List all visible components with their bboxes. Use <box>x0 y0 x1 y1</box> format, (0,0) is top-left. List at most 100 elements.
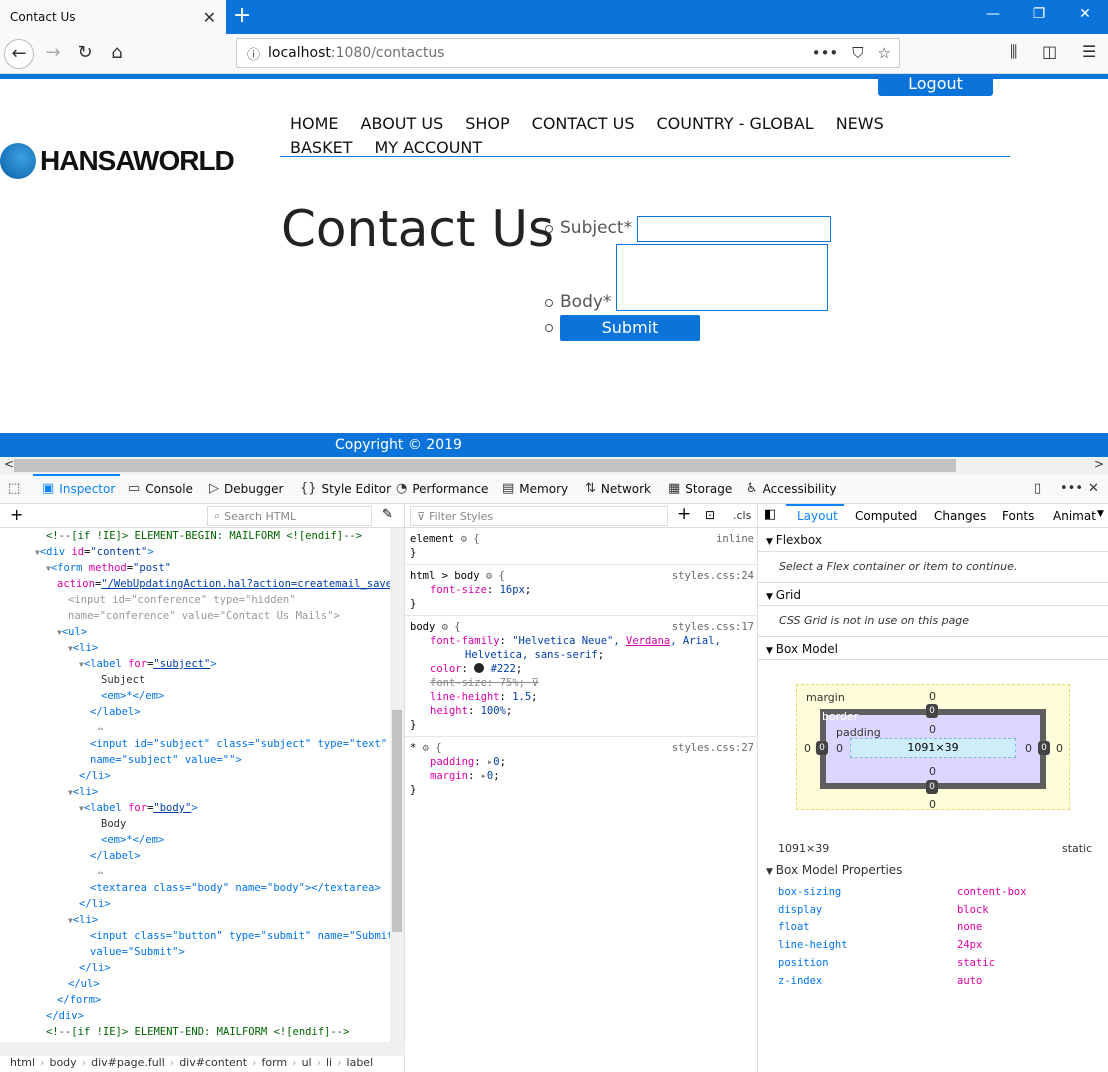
tab-computed[interactable]: Computed <box>855 509 917 523</box>
url-bar[interactable]: ⓘ localhost:1080/contactus ••• ⛉ ☆ <box>236 38 900 68</box>
storage-icon: ▦ <box>668 481 681 496</box>
box-model-section-header[interactable]: ▼ Box Model <box>758 636 1108 660</box>
tab-debugger[interactable]: ▷ Debugger <box>209 481 283 496</box>
search-html-input[interactable]: ⌕ Search HTML <box>207 506 372 526</box>
color-swatch[interactable] <box>474 663 485 673</box>
element-picker-icon[interactable]: ⬚ <box>8 481 20 496</box>
page-horizontal-scrollbar[interactable]: < > <box>0 457 1108 474</box>
tab-network[interactable]: ⇅ Network <box>585 481 651 496</box>
tab-storage[interactable]: ▦ Storage <box>668 481 732 496</box>
crumb-content[interactable]: div#content <box>179 1056 247 1069</box>
add-node-icon[interactable]: + <box>10 505 23 524</box>
rule-universal: * ⚙ { styles.css:27 padding: ▸0; margin:… <box>410 742 754 796</box>
scrollbar-thumb[interactable] <box>392 710 402 932</box>
list-bullet <box>545 324 553 332</box>
crumb-label[interactable]: label <box>347 1056 374 1069</box>
reload-icon[interactable]: ↻ <box>70 39 100 69</box>
dock-icon[interactable]: ▯ <box>1034 481 1041 496</box>
markup-vertical-scrollbar[interactable] <box>390 528 404 1042</box>
devtools-menu-icon[interactable]: ••• <box>1060 481 1083 496</box>
tab-memory[interactable]: ▤ Memory <box>502 481 568 496</box>
markup-tree[interactable]: <!--[if !IE]> ELEMENT-BEGIN: MAILFORM <!… <box>0 528 390 1042</box>
tab-inspector[interactable]: ▣ Inspector <box>42 481 115 496</box>
tab-layout[interactable]: Layout <box>797 509 838 523</box>
minimize-icon[interactable]: — <box>978 6 1008 22</box>
subject-label: Subject* <box>560 218 633 238</box>
scrollbar-thumb[interactable] <box>14 459 956 472</box>
nav-news[interactable]: NEWS <box>836 112 884 136</box>
padding-left-value[interactable]: 0 <box>836 742 843 755</box>
submit-button[interactable]: Submit <box>560 315 700 341</box>
crumb-form[interactable]: form <box>262 1056 288 1069</box>
tab-performance[interactable]: ◔ Performance <box>396 481 488 496</box>
browser-tab[interactable]: Contact Us ✕ <box>0 0 226 34</box>
new-tab-icon[interactable]: + <box>232 4 252 28</box>
border-left-value[interactable]: 0 <box>816 741 828 755</box>
close-window-icon[interactable]: ✕ <box>1070 6 1100 22</box>
tab-fonts[interactable]: Fonts <box>1002 509 1034 523</box>
padding-top-value[interactable]: 0 <box>929 723 936 736</box>
restore-icon[interactable]: ❐ <box>1024 6 1054 22</box>
menu-icon[interactable]: ☰ <box>1082 42 1096 61</box>
back-icon[interactable]: ← <box>4 39 34 69</box>
info-icon[interactable]: ⓘ <box>247 44 260 63</box>
border-bottom-value[interactable]: 0 <box>926 780 938 794</box>
flexbox-section-header[interactable]: ▼ Flexbox <box>758 528 1108 552</box>
eyedropper-icon[interactable]: ✎ <box>382 507 393 522</box>
crumb-page[interactable]: div#page.full <box>91 1056 165 1069</box>
body-textarea[interactable] <box>616 244 828 311</box>
padding-right-value[interactable]: 0 <box>1025 742 1032 755</box>
search-icon: ⌕ <box>214 509 221 522</box>
margin-right-value[interactable]: 0 <box>1056 742 1063 755</box>
toggle-pseudo-icon[interactable]: ⊡ <box>705 508 715 522</box>
bookmark-star-icon[interactable]: ☆ <box>878 44 891 62</box>
crumb-body[interactable]: body <box>49 1056 76 1069</box>
crumb-html[interactable]: html <box>10 1056 35 1069</box>
add-rule-icon[interactable]: + <box>677 504 691 524</box>
pocket-icon[interactable]: ⛉ <box>852 44 863 62</box>
nav-shop[interactable]: SHOP <box>465 112 509 136</box>
forward-icon[interactable]: → <box>38 39 68 69</box>
tab-style-editor[interactable]: {} Style Editor <box>300 481 391 496</box>
sidebar-icon[interactable]: ◫ <box>1042 42 1057 61</box>
nav-contact-us[interactable]: CONTACT US <box>532 112 635 136</box>
border-top-value[interactable]: 0 <box>926 704 938 718</box>
scroll-right-icon[interactable]: > <box>1094 457 1104 471</box>
main-nav: HOME ABOUT US SHOP CONTACT US COUNTRY - GLOB… <box>280 112 1010 157</box>
close-tab-icon[interactable]: ✕ <box>203 8 216 27</box>
margin-bottom-value[interactable]: 0 <box>929 798 936 811</box>
crumb-li[interactable]: li <box>326 1056 332 1069</box>
nav-country[interactable]: COUNTRY - GLOBAL <box>656 112 813 136</box>
tab-console[interactable]: ▭ Console <box>128 481 193 496</box>
markup-horizontal-scrollbar[interactable] <box>0 1042 405 1056</box>
grid-section-header[interactable]: ▼ Grid <box>758 582 1108 606</box>
logout-button[interactable]: Logout <box>878 76 993 96</box>
filter-styles-input[interactable]: ⊽ Filter Styles <box>410 506 668 526</box>
page-footer: Copyright © 2019 <box>0 433 1108 457</box>
chevron-down-icon[interactable]: ▼ <box>1097 509 1104 519</box>
box-model-content[interactable]: 1091×39 <box>850 738 1016 758</box>
tab-changes[interactable]: Changes <box>934 509 986 523</box>
library-icon[interactable]: ⫼ <box>1010 42 1017 62</box>
tab-accessibility[interactable]: ♿ Accessibility <box>746 481 837 496</box>
toggle-sidebar-icon[interactable]: ◧ <box>764 507 776 522</box>
margin-left-value[interactable]: 0 <box>804 742 811 755</box>
cls-toggle[interactable]: .cls <box>733 509 751 522</box>
close-devtools-icon[interactable]: ✕ <box>1088 481 1099 496</box>
filter-icon[interactable]: ⊽ <box>531 677 539 689</box>
home-icon[interactable]: ⌂ <box>102 39 132 69</box>
padding-bottom-value[interactable]: 0 <box>929 765 936 778</box>
scroll-left-icon[interactable]: < <box>4 457 14 471</box>
box-model-properties-header[interactable]: ▼ Box Model Properties <box>766 863 902 877</box>
nav-home[interactable]: HOME <box>290 112 339 136</box>
nav-my-account[interactable]: MY ACCOUNT <box>374 136 482 160</box>
crumb-ul[interactable]: ul <box>302 1056 312 1069</box>
subject-input[interactable] <box>637 216 831 242</box>
margin-top-value[interactable]: 0 <box>929 690 936 703</box>
hansaworld-logo[interactable]: HANSAWORLD <box>0 143 235 179</box>
page-actions-icon[interactable]: ••• <box>812 44 839 62</box>
nav-basket[interactable]: BASKET <box>290 136 352 160</box>
border-right-value[interactable]: 0 <box>1038 741 1050 755</box>
nav-about-us[interactable]: ABOUT US <box>361 112 444 136</box>
tab-animations[interactable]: Animat <box>1053 509 1096 523</box>
